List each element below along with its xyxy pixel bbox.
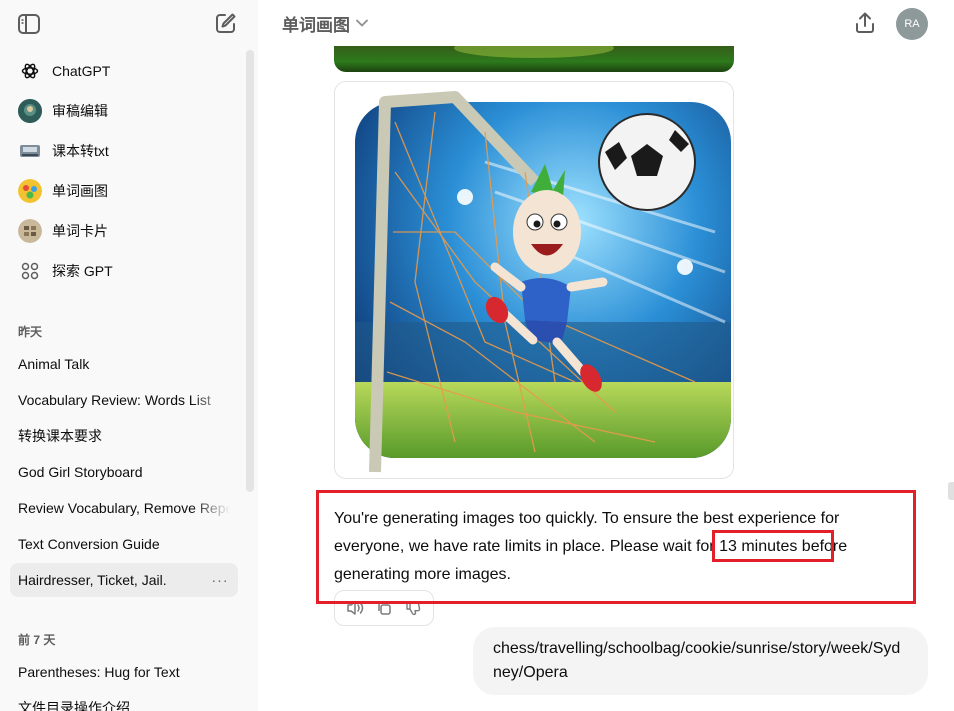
gpt-item-word-art[interactable]: 单词画图 (10, 173, 238, 209)
history-item-label: Vocabulary Review: Words List (18, 392, 211, 408)
history-item[interactable]: 转换课本要求 (10, 419, 238, 453)
history-item[interactable]: Text Conversion Guide (10, 527, 238, 561)
history-item[interactable]: 文件目录操作介绍 (10, 691, 238, 711)
history-item-label: Review Vocabulary, Remove Repetition (18, 500, 230, 516)
history-item[interactable]: Animal Talk (10, 347, 238, 381)
thumbs-down-icon (405, 601, 420, 616)
more-options-icon[interactable]: ··· (210, 571, 230, 589)
gpt-item-label: 课本转txt (52, 143, 109, 159)
explore-gpts-button[interactable]: 探索 GPT (10, 253, 238, 289)
scroll-handle[interactable] (948, 482, 954, 500)
copy-icon (378, 601, 391, 615)
openai-logo-icon (18, 59, 42, 83)
history-item[interactable]: Vocabulary Review: Words List (10, 383, 238, 417)
grid-icon (18, 259, 42, 283)
gpt-item-label: 单词画图 (52, 183, 108, 199)
chat-header: 单词画图 RA (258, 0, 954, 46)
gpt-item-label: ChatGPT (52, 63, 111, 79)
model-selector[interactable]: 单词画图 (282, 12, 368, 35)
history-item-label: Hairdresser, Ticket, Jail. (18, 572, 167, 588)
history-item-label: Text Conversion Guide (18, 536, 160, 552)
gpt-item-chatgpt[interactable]: ChatGPT (10, 53, 238, 89)
message-actions (334, 590, 434, 626)
new-chat-icon (216, 13, 236, 33)
gpt-item-flashcards[interactable]: 单词卡片 (10, 213, 238, 249)
speaker-icon (347, 601, 364, 615)
previous-generated-image[interactable] (334, 46, 734, 72)
history-section-label: 昨天 (18, 325, 43, 339)
share-button[interactable] (852, 10, 878, 36)
model-name: 单词画图 (282, 15, 350, 35)
history-item[interactable]: God Girl Storyboard (10, 455, 238, 489)
sidebar-toggle-icon (18, 14, 40, 34)
history-item[interactable]: Review Vocabulary, Remove Repetition (10, 491, 238, 525)
history-item-label: Animal Talk (18, 356, 90, 372)
gpt-item-label: 单词卡片 (52, 223, 108, 239)
user-message-text: chess/travelling/schoolbag/cookie/sunris… (493, 640, 901, 681)
sidebar-header (0, 0, 258, 46)
generated-image[interactable] (334, 81, 734, 479)
history-item-active[interactable]: Hairdresser, Ticket, Jail. ··· (10, 563, 238, 597)
gpt-item-label: 审稿编辑 (52, 103, 108, 119)
gpt-item-textbook-to-txt[interactable]: 课本转txt (10, 133, 238, 169)
history-item-label: Parentheses: Hug for Text (18, 664, 180, 680)
sidebar-toggle-button[interactable] (16, 11, 42, 37)
assistant-message: You're generating images too quickly. To… (334, 505, 904, 589)
read-aloud-button[interactable] (344, 597, 366, 619)
sidebar: ChatGPT 审稿编辑 课本转txt 单词画图 单词卡片 探索 GPT 昨天 … (0, 0, 258, 711)
thumbs-down-button[interactable] (402, 597, 424, 619)
share-icon (856, 12, 874, 33)
gpt-avatar-flashcard-icon (18, 219, 42, 243)
chevron-down-icon (356, 19, 368, 27)
history-section-label: 前 7 天 (18, 633, 56, 647)
new-chat-button[interactable] (212, 10, 240, 36)
sidebar-scrollbar[interactable] (246, 50, 254, 492)
gpt-item-review-editor[interactable]: 审稿编辑 (10, 93, 238, 129)
gpt-avatar-review-icon (18, 99, 42, 123)
gpt-avatar-textbook-icon (18, 139, 42, 163)
history-item-label: God Girl Storyboard (18, 464, 143, 480)
user-message: chess/travelling/schoolbag/cookie/sunris… (473, 627, 928, 695)
history-item-label: 文件目录操作介绍 (18, 700, 130, 711)
copy-button[interactable] (373, 597, 395, 619)
gpt-avatar-word-art-icon (18, 179, 42, 203)
history-item[interactable]: Parentheses: Hug for Text (10, 655, 238, 689)
wait-time-highlight: for 13 minutes (695, 538, 798, 555)
history-item-label: 转换课本要求 (18, 428, 102, 444)
user-avatar[interactable]: RA (896, 8, 928, 40)
gpt-item-label: 探索 GPT (52, 263, 113, 279)
